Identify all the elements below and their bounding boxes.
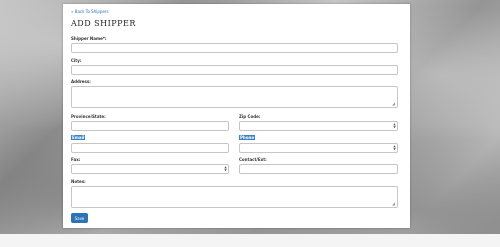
up-down-arrows-icon[interactable]: ▲ ▼ xyxy=(393,145,396,151)
footer-band xyxy=(0,234,500,247)
email-input[interactable] xyxy=(71,143,229,153)
fax-label: Fax: xyxy=(71,157,81,162)
city-input[interactable] xyxy=(71,65,398,75)
city-label: City: xyxy=(71,58,82,63)
zip-code-input[interactable]: ▲ ▼ xyxy=(239,121,398,131)
contact-ext-input[interactable] xyxy=(239,164,398,174)
phone-label: Phone xyxy=(239,135,256,140)
email-label: Email xyxy=(71,135,86,140)
resize-grip-icon[interactable]: ◢ xyxy=(392,202,396,206)
resize-grip-icon[interactable]: ◢ xyxy=(392,102,396,106)
save-button[interactable]: Save xyxy=(71,213,88,223)
back-to-shippers-link[interactable]: « Back To Shippers xyxy=(71,9,109,14)
contact-ext-label: Contact/Ext: xyxy=(239,157,267,162)
page-title: ADD SHIPPER xyxy=(71,19,136,28)
address-textarea[interactable]: ◢ xyxy=(71,86,398,108)
up-down-arrows-icon[interactable]: ▲ ▼ xyxy=(224,166,227,172)
fax-input[interactable]: ▲ ▼ xyxy=(71,164,229,174)
zip-code-label: Zip Code: xyxy=(239,114,261,119)
notes-label: Notes: xyxy=(71,179,86,184)
shipper-name-label: Shipper Name*: xyxy=(71,36,107,41)
phone-input[interactable]: ▲ ▼ xyxy=(239,143,398,153)
notes-textarea[interactable]: ◢ xyxy=(71,186,398,208)
address-label: Address: xyxy=(71,79,91,84)
shipper-name-input[interactable] xyxy=(71,43,398,53)
up-down-arrows-icon[interactable]: ▲ ▼ xyxy=(393,123,396,129)
province-state-label: Province/State: xyxy=(71,114,106,119)
province-state-input[interactable] xyxy=(71,121,229,131)
add-shipper-panel: « Back To Shippers ADD SHIPPER Shipper N… xyxy=(63,4,410,228)
